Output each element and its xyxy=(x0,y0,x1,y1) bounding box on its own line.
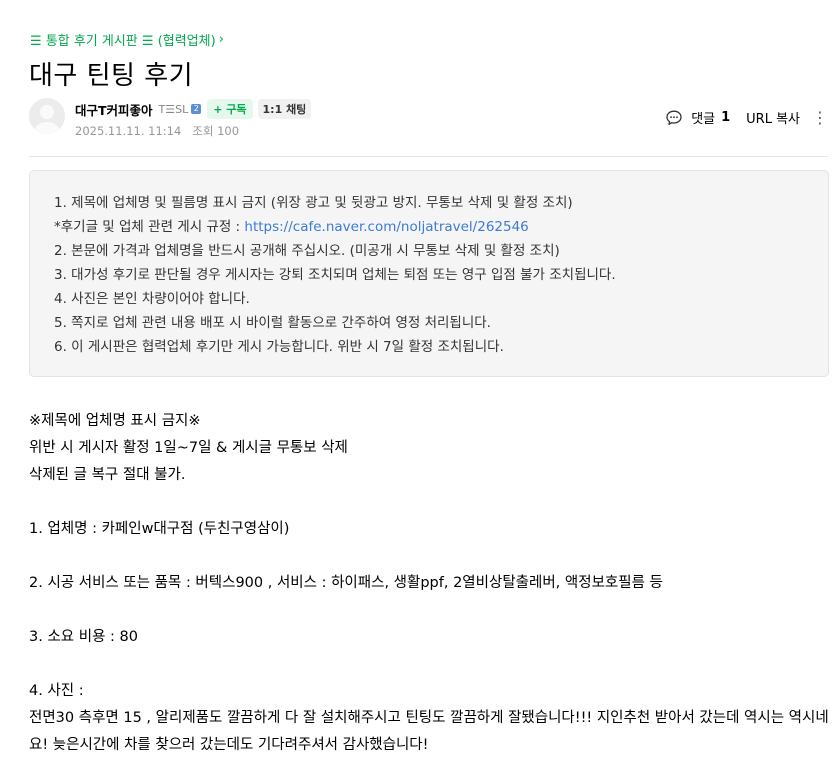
chat-button[interactable]: 1:1 채팅 xyxy=(257,99,312,119)
post-datetime: 2025.11.11. 11:14 xyxy=(75,124,182,138)
board-link-label: ☰ 통합 후기 게시판 ☰ (협력업체) xyxy=(30,34,216,49)
author-level: T☰SL xyxy=(158,102,189,116)
notice-line: *후기글 및 업체 관련 게시 규정 : https://cafe.naver.… xyxy=(54,215,804,239)
answer-cost: 3. 소요 비용 : 80 xyxy=(29,629,138,645)
comment-count[interactable]: 1 xyxy=(721,110,730,125)
notice-line: 6. 이 게시판은 협력업체 후기만 게시 가능합니다. 위반 시 7일 활정 … xyxy=(54,339,504,355)
header-divider xyxy=(29,156,828,157)
board-rules-notice: 1. 제목에 업체명 및 필름명 표시 금지 (위장 광고 및 뒷광고 방지. … xyxy=(29,170,829,377)
notice-line: 2. 본문에 가격과 업체명을 반드시 공개해 주십시오. (미공개 시 무통보… xyxy=(54,243,560,259)
notice-line-prefix: *후기글 및 업체 관련 게시 규정 : xyxy=(54,219,245,235)
more-options-icon[interactable]: ⋮ xyxy=(812,109,828,126)
post-body: ※제목에 업체명 표시 금지※ 위반 시 게시자 활정 1일~7일 & 게시글 … xyxy=(29,408,829,759)
avatar[interactable] xyxy=(29,98,65,134)
answer-photo: 4. 사진 : xyxy=(29,683,84,699)
warning-text: ※제목에 업체명 표시 금지※ xyxy=(29,413,201,429)
author-name[interactable]: 대구T커피좋아 xyxy=(75,100,153,119)
level-badge-icon: 2 xyxy=(191,104,202,114)
default-avatar-icon xyxy=(29,98,65,134)
url-copy-button[interactable]: URL 복사 xyxy=(746,108,800,127)
post-actions: 댓글 1 URL 복사 ⋮ xyxy=(665,108,828,127)
page-title: 대구 틴팅 후기 xyxy=(29,61,194,91)
review-text: 전면30 측후면 15 , 알리제품도 깔끔하게 다 잘 설치해주시고 틴팅도 … xyxy=(29,710,829,753)
answer-company: 1. 업체명 : 카페인w대구점 (두친구영삼이) xyxy=(29,521,290,537)
author-row: 대구T커피좋아 T☰SL 2 + 구독 1:1 채팅 xyxy=(75,99,312,119)
comment-label[interactable]: 댓글 xyxy=(691,108,715,127)
view-count: 조회 100 xyxy=(192,124,240,138)
chevron-right-icon: › xyxy=(218,32,224,47)
warning-text: 삭제된 글 복구 절대 불가. xyxy=(29,467,186,483)
answer-service: 2. 시공 서비스 또는 품목 : 버텍스900 , 서비스 : 하이패스, 생… xyxy=(29,575,663,591)
warning-text: 위반 시 게시자 활정 1일~7일 & 게시글 무통보 삭제 xyxy=(29,440,348,456)
notice-line: 5. 쪽지로 업체 관련 내용 배포 시 바이럴 활동으로 간주하여 영정 처리… xyxy=(54,315,491,331)
notice-line: 3. 대가성 후기로 판단될 경우 게시자는 강퇴 조치되며 업체는 퇴점 또는… xyxy=(54,267,616,283)
board-link[interactable]: ☰ 통합 후기 게시판 ☰ (협력업체) › xyxy=(30,30,224,49)
notice-line: 1. 제목에 업체명 및 필름명 표시 금지 (위장 광고 및 뒷광고 방지. … xyxy=(54,195,573,211)
rules-link[interactable]: https://cafe.naver.com/noljatravel/26254… xyxy=(244,219,528,235)
comment-icon[interactable] xyxy=(665,109,683,127)
post-meta: 2025.11.11. 11:14 조회 100 xyxy=(75,123,239,139)
notice-line: 4. 사진은 본인 차량이어야 합니다. xyxy=(54,291,250,307)
subscribe-button[interactable]: + 구독 xyxy=(207,99,253,119)
